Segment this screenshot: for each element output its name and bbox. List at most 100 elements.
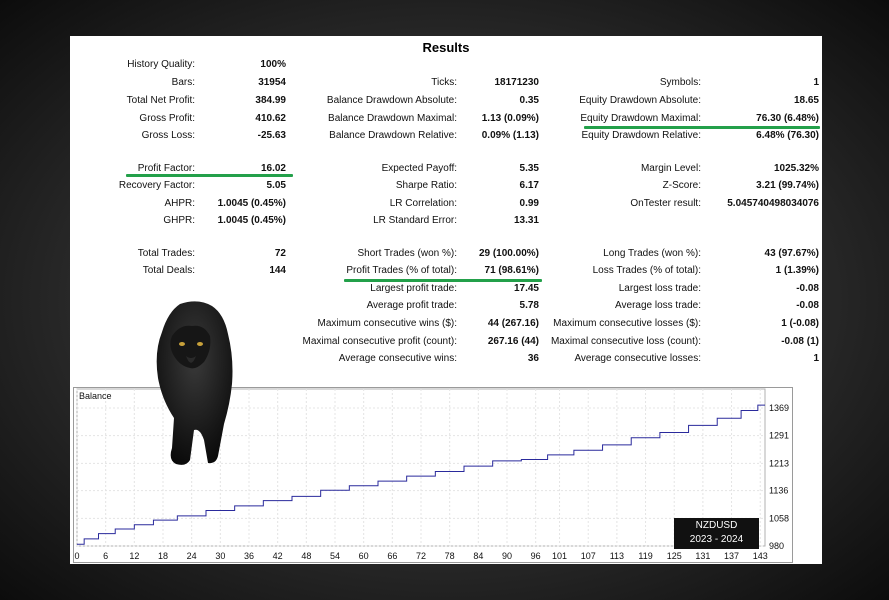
col2-label: Maximum consecutive wins ($): [317, 318, 457, 329]
col1-value: 144 [269, 265, 286, 276]
symbol-label: NZDUSD [695, 520, 738, 531]
x-tick-label: 60 [359, 551, 369, 561]
col3-label: Z-Score: [662, 180, 701, 191]
highlight-profit-factor [126, 174, 293, 177]
col2-label: LR Standard Error: [373, 215, 457, 226]
col3-label: OnTester result: [630, 198, 701, 209]
results-title: Results [422, 40, 470, 55]
col1-value: 31954 [258, 77, 286, 88]
highlight-profit-trades [344, 279, 542, 282]
col3-value: -0.08 (1) [781, 336, 819, 347]
x-tick-label: 101 [552, 551, 567, 561]
x-tick-label: 78 [445, 551, 455, 561]
col2-value: 0.35 [519, 95, 539, 106]
col2-label: Balance Drawdown Absolute: [326, 95, 457, 106]
col3-value: -0.08 [796, 283, 819, 294]
col1-value: 1.0045 (0.45%) [217, 215, 286, 226]
col1-label: Gross Loss: [141, 130, 195, 141]
col1-label: AHPR: [164, 198, 195, 209]
symbol-badge: NZDUSD 2023 - 2024 [674, 518, 759, 549]
panther-image [156, 301, 233, 465]
x-tick-label: 66 [387, 551, 397, 561]
col2-value: 17.45 [513, 283, 539, 294]
x-tick-label: 131 [695, 551, 710, 561]
highlight-equity-drawdown-maximal [584, 126, 820, 129]
col3-value: 1 (-0.08) [781, 318, 819, 329]
col3-label: Maximum consecutive losses ($): [553, 318, 701, 329]
x-tick-label: 72 [416, 551, 426, 561]
col3-value: 18.65 [793, 95, 819, 106]
col3-label: Symbols: [659, 77, 701, 88]
x-tick-label: 54 [330, 551, 340, 561]
x-tick-label: 42 [273, 551, 283, 561]
col3-label: Equity Drawdown Maximal: [580, 113, 701, 124]
col2-label: Average consecutive wins: [338, 353, 457, 364]
col1-value: 1.0045 (0.45%) [217, 198, 286, 209]
x-tick-label: 119 [638, 551, 652, 561]
x-tick-label: 48 [301, 551, 311, 561]
col2-value: 29 (100.00%) [478, 248, 539, 259]
col1-value: -25.63 [257, 130, 286, 141]
chart-title: Balance [79, 391, 112, 401]
col1-label: Gross Profit: [139, 113, 195, 124]
col2-label: Balance Drawdown Relative: [329, 130, 457, 141]
col3-label: Maximal consecutive loss (count): [550, 336, 701, 347]
col2-value: 18171230 [494, 77, 540, 88]
col3-value: 1 [813, 77, 819, 88]
col3-label: Long Trades (won %): [603, 248, 701, 259]
col2-label: Profit Trades (% of total): [346, 265, 457, 276]
col2-label: Short Trades (won %): [357, 248, 457, 259]
col3-label: Loss Trades (% of total): [592, 265, 701, 276]
col3-label: Equity Drawdown Absolute: [579, 95, 701, 106]
col3-value: 1 [813, 353, 819, 364]
col3-label: Average loss trade: [615, 300, 701, 311]
y-tick-label: 1136 [769, 486, 788, 496]
x-tick-label: 36 [244, 551, 254, 561]
col2-label: Expected Payoff: [381, 163, 457, 174]
y-tick-label: 1058 [769, 513, 789, 523]
col3-value: 1 (1.39%) [775, 265, 819, 276]
col3-label: Average consecutive losses: [574, 353, 701, 364]
col2-label: Ticks: [431, 77, 457, 88]
col1-value: 72 [274, 248, 286, 259]
x-tick-label: 143 [753, 551, 768, 561]
col2-value: 71 (98.61%) [484, 265, 539, 276]
col1-label: Total Deals: [142, 265, 195, 276]
col3-label: Largest loss trade: [618, 283, 701, 294]
y-tick-label: 1291 [769, 431, 789, 441]
x-tick-label: 18 [158, 551, 168, 561]
x-tick-label: 84 [473, 551, 483, 561]
col2-value: 267.16 (44) [487, 336, 539, 347]
col1-label: Recovery Factor: [118, 180, 195, 191]
col3-value: 3.21 (99.74%) [756, 180, 819, 191]
col2-value: 0.09% (1.13) [481, 130, 539, 141]
x-tick-label: 12 [129, 551, 139, 561]
y-tick-label: 980 [769, 541, 784, 551]
x-tick-label: 96 [531, 551, 541, 561]
col2-label: Maximal consecutive profit (count): [302, 336, 457, 347]
y-tick-label: 1213 [769, 458, 789, 468]
col2-value: 36 [527, 353, 539, 364]
col2-value: 44 (267.16) [487, 318, 539, 329]
col3-value: 1025.32% [773, 163, 819, 174]
col2-value: 0.99 [519, 198, 539, 209]
col2-label: LR Correlation: [389, 198, 457, 209]
period-label: 2023 - 2024 [689, 534, 744, 545]
col3-label: Equity Drawdown Relative: [581, 130, 702, 141]
col1-label: Total Net Profit: [126, 95, 195, 106]
col3-value: 6.48% (76.30) [756, 130, 819, 141]
col1-label: GHPR: [163, 215, 195, 226]
col3-value: 43 (97.67%) [764, 248, 819, 259]
col2-value: 6.17 [519, 180, 539, 191]
col1-label: Total Trades: [137, 248, 195, 259]
col3-value: 5.045740498034076 [727, 198, 819, 209]
col3-label: Margin Level: [640, 163, 701, 174]
x-tick-label: 30 [215, 551, 225, 561]
col2-label: Sharpe Ratio: [395, 180, 457, 191]
x-tick-label: 125 [667, 551, 682, 561]
x-tick-label: 90 [502, 551, 512, 561]
y-tick-label: 1369 [769, 403, 789, 413]
col2-value: 5.78 [519, 300, 539, 311]
col3-value: 76.30 (6.48%) [756, 113, 819, 124]
col2-value: 1.13 (0.09%) [481, 113, 539, 124]
